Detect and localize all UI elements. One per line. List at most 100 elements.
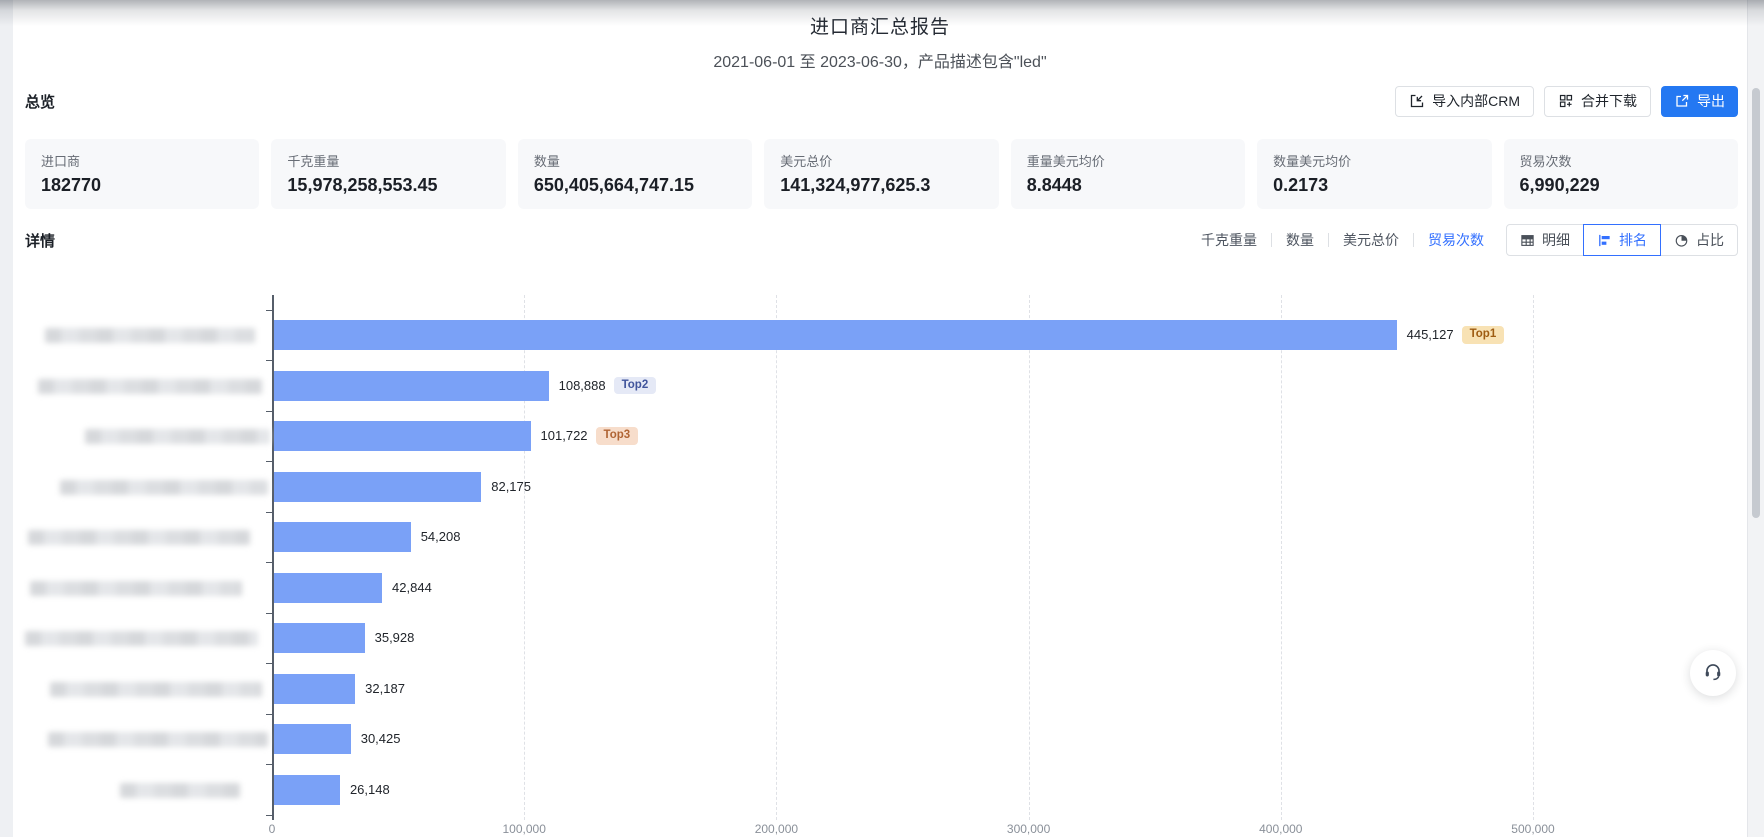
page: 进口商汇总报告 2021-06-01 至 2023-06-30，产品描述包含"l… [0,0,1764,837]
bar[interactable] [274,775,340,805]
report-subtitle: 2021-06-01 至 2023-06-30，产品描述包含"led" [13,48,1747,72]
gridline [1281,295,1282,820]
bar-value-label: 35,928 [375,623,415,653]
x-axis-tick-label: 500,000 [1511,822,1554,836]
view-button-label: 明细 [1542,230,1570,250]
merge-download-button[interactable]: 合并下载 [1544,86,1651,117]
bar[interactable] [274,472,481,502]
bar-value-number: 42,844 [392,573,432,603]
bar[interactable] [274,724,351,754]
bar[interactable] [274,674,355,704]
top-rank-badge: Top2 [614,377,657,395]
bar[interactable] [274,522,411,552]
stat-card-value: 6,990,229 [1520,175,1722,196]
tab-divider [1413,233,1414,247]
bar-value-label: 82,175 [491,472,531,502]
stat-card-usd-per-kg: 重量美元均价8.8448 [1011,139,1245,209]
bar-value-number: 101,722 [541,421,588,451]
category-label-redacted [30,581,242,596]
merge-download-button-label: 合并下载 [1581,91,1637,111]
bar-value-number: 35,928 [375,623,415,653]
stat-card-value: 15,978,258,553.45 [287,175,489,196]
category-label-redacted [48,732,268,747]
y-axis-tick [266,310,272,311]
bar[interactable] [274,320,1397,350]
detail-section-header: 详情 千克重量 数量 美元总价 贸易次数 明细排名 占比 [25,222,1738,258]
report-header: 进口商汇总报告 2021-06-01 至 2023-06-30，产品描述包含"l… [13,12,1747,72]
tab-divider [1328,233,1329,247]
y-axis-tick [266,714,272,715]
stat-card-usd-per-qty: 数量美元均价0.2173 [1257,139,1491,209]
table-icon [1520,233,1535,248]
export-icon [1674,93,1690,109]
category-label-redacted [85,429,270,444]
bar[interactable] [274,573,382,603]
support-button[interactable] [1690,650,1736,696]
bar-value-label: 54,208 [421,522,461,552]
y-axis-tick [266,461,272,462]
y-axis-tick [266,764,272,765]
page-left-margin [0,0,13,837]
y-axis-tick [266,815,272,816]
overview-section-header: 总览 导入内部CRM合并下载导出 [25,84,1738,118]
scrollbar-track[interactable] [1747,0,1764,837]
bar-value-label: 30,425 [361,724,401,754]
import-crm-button[interactable]: 导入内部CRM [1395,86,1534,117]
trade-count-ranking-chart: 0100,000200,000300,000400,000500,000445,… [25,280,1738,837]
bar-value-label: 32,187 [365,674,405,704]
stat-card-value: 0.2173 [1273,175,1475,196]
category-label-redacted [60,480,268,495]
bar-value-number: 26,148 [350,775,390,805]
gridline [1533,295,1534,820]
gridline [776,295,777,820]
metric-tab-quantity[interactable]: 数量 [1286,230,1314,250]
view-button-share[interactable]: 占比 [1660,224,1738,256]
tab-divider [1271,233,1272,247]
overview-actions: 导入内部CRM 合并下载 导出 [1395,86,1738,117]
bar-value-label: 42,844 [392,573,432,603]
y-axis-tick [266,613,272,614]
bar[interactable] [274,421,531,451]
bar-value-number: 54,208 [421,522,461,552]
stat-card-label: 进口商 [41,151,243,170]
bar-value-number: 82,175 [491,472,531,502]
x-axis-tick-label: 300,000 [1007,822,1050,836]
metric-tab-weight-kg[interactable]: 千克重量 [1201,230,1257,250]
category-label-redacted [120,783,240,798]
stat-card-weight-kg: 千克重量15,978,258,553.45 [271,139,505,209]
stat-card-value: 182770 [41,175,243,196]
stat-card-value: 8.8448 [1027,175,1229,196]
view-button-detail-table[interactable]: 明细 [1506,224,1584,256]
merge-download-icon [1558,93,1574,109]
category-label-redacted [45,328,255,343]
stat-card-label: 数量 [534,151,736,170]
page-title: 进口商汇总报告 [13,12,1747,39]
metric-tab-trade-count[interactable]: 贸易次数 [1428,230,1484,250]
bar[interactable] [274,623,365,653]
stat-card-trade-count: 贸易次数 6,990,229 [1504,139,1738,209]
stat-card-importers: 进口商 182770 [25,139,259,209]
bar-value-number: 445,127 [1407,320,1454,350]
detail-section-title: 详情 [25,230,55,251]
scrollbar-thumb[interactable] [1752,88,1760,518]
bar-value-label: 26,148 [350,775,390,805]
report-content: 进口商汇总报告 2021-06-01 至 2023-06-30，产品描述包含"l… [13,0,1747,837]
export-button[interactable]: 导出 [1661,86,1738,117]
ranking-icon [1597,233,1612,248]
headset-icon [1702,660,1724,687]
y-axis-tick [266,562,272,563]
view-button-ranking[interactable]: 排名 [1583,224,1661,256]
bar-value-number: 30,425 [361,724,401,754]
stat-card-label: 贸易次数 [1520,151,1722,170]
bar[interactable] [274,371,549,401]
x-axis-tick-label: 0 [269,822,276,836]
metric-tab-usd-total[interactable]: 美元总价 [1343,230,1399,250]
import-crm-button-label: 导入内部CRM [1432,91,1520,111]
category-label-redacted [38,379,262,394]
stat-card-label: 美元总价 [780,151,982,170]
view-button-label: 占比 [1696,230,1724,250]
category-label-redacted [28,530,250,545]
category-label-redacted [25,631,258,646]
bar-value-label: 108,888Top2 [559,371,657,401]
y-axis-tick [266,663,272,664]
